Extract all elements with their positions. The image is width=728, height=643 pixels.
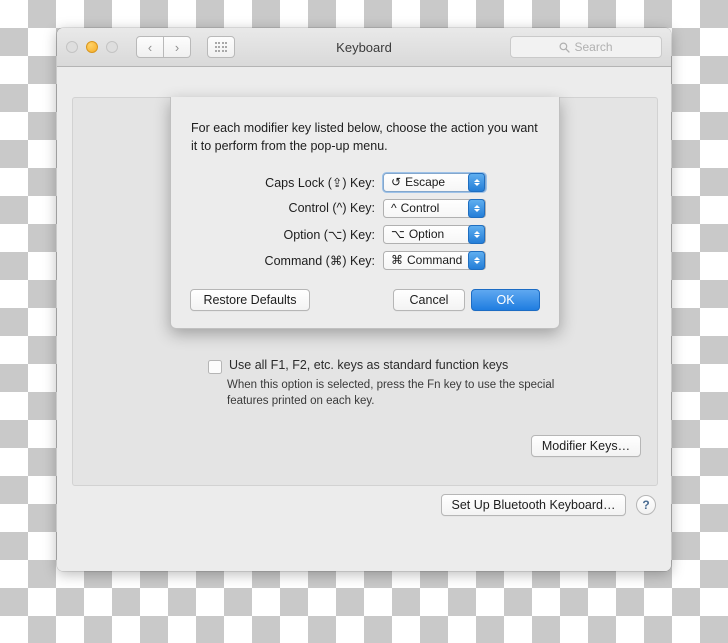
search-icon [559, 42, 571, 53]
control-popup-text: Control [400, 201, 440, 216]
option-popup-menu[interactable]: ⌥ Option [383, 224, 486, 244]
caps-lock-popup-stepper[interactable] [468, 172, 485, 192]
traffic-light-group [66, 41, 118, 53]
window-toolbar: ‹ › Keyboard Search [57, 28, 671, 67]
sheet-instruction-text: For each modifier key listed below, choo… [191, 121, 538, 154]
cancel-button[interactable]: Cancel [393, 289, 465, 311]
help-button[interactable]: ? [636, 495, 656, 515]
chevron-right-icon: › [174, 39, 180, 55]
control-popup-menu[interactable]: ^ Control [383, 198, 486, 218]
search-input[interactable]: Search [510, 36, 662, 58]
chevron-down-icon [473, 208, 480, 212]
function-keys-option-block: Use all F1, F2, etc. keys as standard fu… [208, 358, 608, 409]
escape-icon: ↺ [391, 175, 402, 190]
chevron-up-icon [473, 230, 480, 234]
window-bottom-bar: Set Up Bluetooth Keyboard… ? [441, 494, 656, 516]
chevron-left-icon: ‹ [147, 39, 153, 55]
forward-button[interactable]: › [164, 36, 191, 58]
command-icon: ⌘ [391, 253, 403, 268]
chevron-up-icon [473, 178, 480, 182]
navigation-buttons: ‹ › [136, 36, 191, 58]
set-up-bluetooth-keyboard-button[interactable]: Set Up Bluetooth Keyboard… [441, 494, 626, 516]
sheet-button-row: Restore Defaults Cancel OK [171, 289, 559, 311]
caps-lock-label: Caps Lock (⇪) Key: [265, 175, 375, 190]
modifier-row-command: Command (⌘) Key: ⌘ Command [171, 247, 559, 273]
search-placeholder: Search [574, 40, 613, 54]
option-popup-value: ⌥ Option [384, 227, 444, 241]
option-label: Option (⌥) Key: [283, 227, 375, 242]
window-body: Use all F1, F2, etc. keys as standard fu… [57, 67, 671, 571]
control-caret-icon: ^ [391, 201, 397, 216]
modifier-row-caps-lock: Caps Lock (⇪) Key: ↺ Escape [171, 169, 559, 195]
command-label: Command (⌘) Key: [264, 253, 375, 268]
modifier-row-control: Control (^) Key: ^ Control [171, 195, 559, 221]
chevron-down-icon [473, 182, 480, 186]
control-popup-value: ^ Control [384, 201, 439, 215]
command-popup-text: Command [407, 253, 463, 268]
caps-lock-popup-text: Escape [405, 175, 446, 190]
zoom-button[interactable] [106, 41, 118, 53]
caps-lock-popup-value: ↺ Escape [384, 175, 445, 189]
function-keys-checkbox[interactable] [208, 360, 222, 374]
function-keys-description: When this option is selected, press the … [227, 379, 555, 407]
chevron-up-icon [473, 204, 480, 208]
ok-button[interactable]: OK [471, 289, 540, 311]
control-popup-stepper[interactable] [468, 198, 485, 218]
command-popup-value: ⌘ Command [384, 253, 462, 267]
close-button[interactable] [66, 41, 78, 53]
keyboard-preferences-window: ‹ › Keyboard Search Use all F1, F2, etc.… [57, 28, 671, 571]
modifier-keys-button[interactable]: Modifier Keys… [531, 435, 641, 457]
restore-defaults-button[interactable]: Restore Defaults [190, 289, 310, 311]
command-popup-stepper[interactable] [468, 250, 485, 270]
back-button[interactable]: ‹ [136, 36, 164, 58]
grid-icon [214, 42, 228, 52]
chevron-up-icon [473, 256, 480, 260]
caps-lock-popup-menu[interactable]: ↺ Escape [382, 171, 487, 193]
chevron-down-icon [473, 260, 480, 264]
option-popup-text: Option [408, 227, 445, 242]
option-popup-stepper[interactable] [468, 224, 485, 244]
function-keys-checkbox-row[interactable]: Use all F1, F2, etc. keys as standard fu… [208, 358, 608, 374]
modifier-keys-sheet: For each modifier key listed below, choo… [170, 97, 560, 329]
control-label: Control (^) Key: [288, 201, 375, 216]
modifier-rows: Caps Lock (⇪) Key: ↺ Escape Control (^) K… [171, 169, 559, 273]
option-icon: ⌥ [391, 227, 405, 242]
minimize-button[interactable] [86, 41, 98, 53]
show-all-button[interactable] [207, 36, 235, 58]
modifier-row-option: Option (⌥) Key: ⌥ Option [171, 221, 559, 247]
chevron-down-icon [473, 234, 480, 238]
function-keys-label: Use all F1, F2, etc. keys as standard fu… [229, 358, 509, 372]
command-popup-menu[interactable]: ⌘ Command [383, 250, 486, 270]
